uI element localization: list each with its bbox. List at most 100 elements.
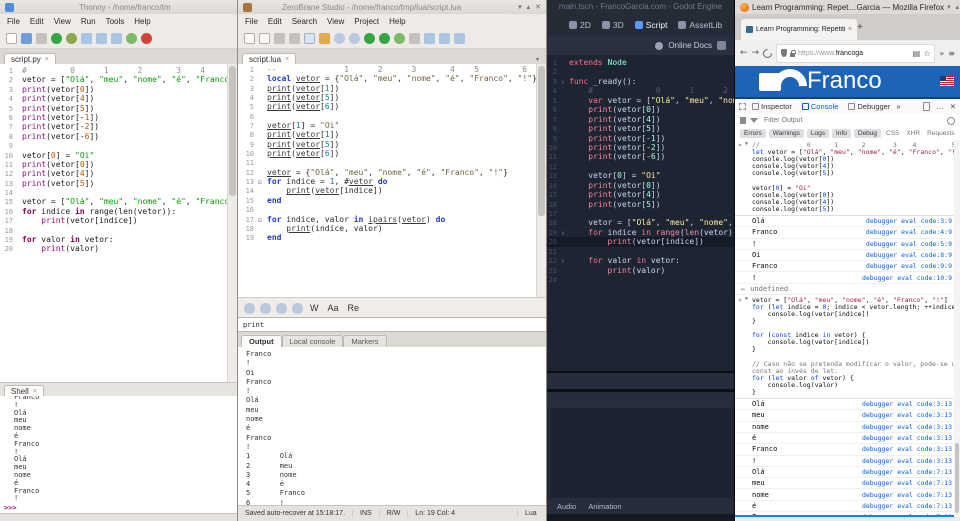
find-in-files-icon[interactable] [349, 33, 360, 44]
code-line[interactable]: 15end [238, 196, 546, 205]
godot-script-editor[interactable]: 1extends Node2 3∨func _ready():4 # 0 1 2… [547, 55, 734, 374]
minimize-icon[interactable]: ▾ [947, 3, 951, 11]
wrap-button[interactable]: W [308, 303, 321, 313]
console-log-row[interactable]: !debugger eval code:5:9 [735, 239, 960, 250]
resume-icon[interactable] [394, 33, 405, 44]
code-line[interactable]: 16 print(vetor[5]) [547, 200, 734, 209]
site-brand-text[interactable]: Franco [807, 67, 882, 95]
thonny-titlebar[interactable]: Thonny - /home/franco/tm [0, 0, 237, 14]
filter-input[interactable] [762, 116, 943, 125]
code-line[interactable]: 8print(vetor[1]) [238, 130, 546, 139]
save-all-icon[interactable] [289, 33, 300, 44]
menu-project[interactable]: Project [349, 17, 384, 26]
devtools-close-icon[interactable]: ✕ [950, 102, 956, 111]
source-location-link[interactable]: debugger eval code:3:13 [862, 445, 952, 453]
chip-logs[interactable]: Logs [807, 129, 829, 138]
console-log-row[interactable]: nomedebugger eval code:3:13 [735, 422, 960, 433]
save-icon[interactable] [274, 33, 285, 44]
menu-run[interactable]: Run [76, 17, 101, 26]
console-log-row[interactable]: édebugger eval code:3:13 [735, 433, 960, 444]
menu-file[interactable]: File [2, 17, 25, 26]
url-text[interactable]: https://www.francoga [798, 50, 910, 57]
scrollbar-thumb[interactable] [538, 66, 545, 216]
console-log-row[interactable]: !debugger eval code:3:13 [735, 456, 960, 467]
code-line[interactable]: 20 print(valor) [0, 244, 237, 253]
source-location-link[interactable]: debugger eval code:7:13 [862, 468, 952, 476]
tracking-protection-icon[interactable] [781, 49, 787, 57]
code-line[interactable]: 5print(vetor[5]) [0, 104, 237, 113]
tab-output[interactable]: Output [241, 335, 282, 347]
menu-help[interactable]: Help [384, 17, 410, 26]
code-line[interactable]: 19for valor in vetor: [0, 235, 237, 244]
filter-css[interactable]: CSS [884, 130, 901, 137]
fold-icon[interactable]: ∨ [561, 229, 569, 238]
code-line[interactable]: 3print(vetor[1]) [238, 84, 546, 93]
console-settings-gear-icon[interactable] [947, 117, 955, 125]
step-over-icon[interactable] [439, 33, 450, 44]
search-input[interactable] [238, 317, 546, 332]
filter-requests[interactable]: Requests [925, 130, 956, 137]
save-icon[interactable] [36, 33, 47, 44]
source-location-link[interactable]: debugger eval code:8:9 [866, 251, 952, 259]
bookmark-star-icon[interactable]: ☆ [923, 49, 930, 58]
maximize-icon[interactable]: ▴ [527, 3, 531, 11]
close-icon[interactable]: ✕ [535, 3, 541, 11]
devtools-tab-inspector[interactable]: Inspector [748, 99, 796, 114]
new-tab-button[interactable]: + [857, 22, 863, 33]
tab-local-console[interactable]: Local console [282, 335, 344, 347]
regex-button[interactable]: Re [346, 303, 362, 313]
search-docs-icon[interactable] [717, 41, 726, 50]
chip-warnings[interactable]: Warnings [769, 129, 804, 138]
code-line[interactable]: 24 [547, 275, 734, 284]
source-location-link[interactable]: debugger eval code:3:13 [862, 434, 952, 442]
chip-debug[interactable]: Debug [854, 129, 881, 138]
tab-close-icon[interactable]: × [285, 56, 289, 63]
find-icon[interactable] [334, 33, 345, 44]
workspace-assetlib[interactable]: AssetLib [678, 20, 722, 30]
source-location-link[interactable]: debugger eval code:10:9 [862, 274, 952, 282]
code-line[interactable]: 5 var vetor = ["Olá", "meu", "nome", "é"… [547, 96, 734, 105]
code-line[interactable]: 12 [547, 162, 734, 171]
code-line[interactable]: 15vetor = ["Olá", "meu", "nome", "é", "F… [0, 197, 237, 206]
code-line[interactable]: 18 [0, 226, 237, 235]
code-line[interactable]: 3print(vetor[0]) [0, 85, 237, 94]
code-line[interactable]: 19∨ for indice in range(len(vetor)): [547, 228, 734, 237]
whole-word-icon[interactable] [292, 303, 303, 314]
pause-icon[interactable] [409, 33, 420, 44]
source-location-link[interactable]: debugger eval code:7:13 [862, 479, 952, 487]
run-icon[interactable] [51, 33, 62, 44]
open-file-icon[interactable] [259, 33, 270, 44]
tab-animation[interactable]: Animation [588, 502, 621, 511]
tab-close-icon[interactable]: × [848, 26, 852, 33]
tab-markers[interactable]: Markers [343, 335, 386, 347]
workspace-script[interactable]: Script [635, 20, 668, 30]
code-line[interactable]: 4 # 0 1 2 3 4 5 [547, 86, 734, 95]
code-line[interactable]: 7vetor[1] = "Oi" [238, 121, 546, 130]
code-line[interactable]: 4print(vetor[4]) [0, 94, 237, 103]
code-line[interactable]: 20 print(vetor[indice]) [547, 237, 734, 246]
source-location-link[interactable]: debugger eval code:4:9 [866, 228, 952, 236]
code-line[interactable]: 19end [238, 233, 546, 242]
code-line[interactable]: 18 print(indice, valor) [238, 224, 546, 233]
code-line[interactable]: 7print(vetor[-2]) [0, 122, 237, 131]
code-line[interactable]: 1-- 1 2 3 4 5 6 [238, 65, 546, 74]
console-scrollbar[interactable] [954, 140, 960, 515]
workspace-2d[interactable]: 2D [569, 20, 591, 30]
new-file-icon[interactable] [6, 33, 17, 44]
menu-file[interactable]: File [240, 17, 263, 26]
chip-errors[interactable]: Errors [740, 129, 766, 138]
console-input-echo[interactable]: »▼vetor = ["Olá", "meu", "nome", "é", "F… [735, 295, 960, 399]
zerobrane-output[interactable]: Franco!OiFranco!OlámeunomeéFranco!1 Olá2… [238, 347, 546, 509]
code-line[interactable]: 22∨ for valor in vetor: [547, 256, 734, 265]
menu-help[interactable]: Help [129, 17, 155, 26]
thonny-editor[interactable]: 1# 0 1 2 3 4 52vetor = ["Olá", "meu", "n… [0, 64, 237, 384]
code-line[interactable]: 13print(vetor[5]) [0, 179, 237, 188]
code-line[interactable]: 2local vetor = {"Olá", "meu", "nome", "é… [238, 74, 546, 83]
overflow-menu-icon[interactable]: » [939, 49, 944, 58]
tab-audio[interactable]: Audio [557, 502, 576, 511]
code-line[interactable]: 7 print(vetor[4]) [547, 115, 734, 124]
code-line[interactable]: 9 [0, 141, 237, 150]
code-line[interactable]: 13⊟for indice = 1, #vetor do [238, 177, 546, 186]
code-line[interactable]: 12vetor = {"Olá", "meu", "nome", "é", "F… [238, 168, 546, 177]
hamburger-menu-icon[interactable]: ≡ [948, 49, 955, 58]
